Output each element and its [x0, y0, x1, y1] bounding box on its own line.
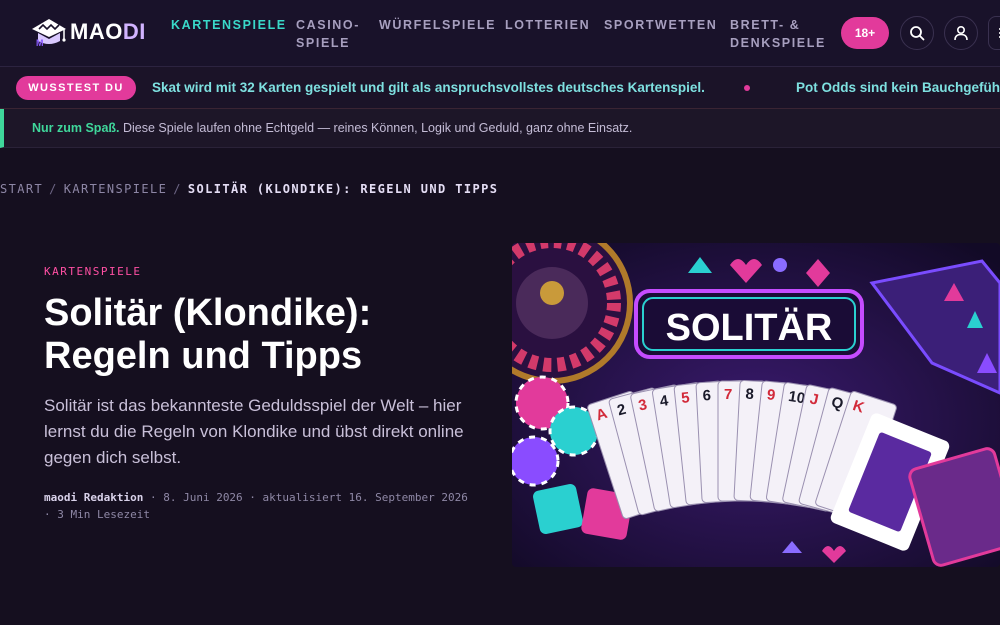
article-category[interactable]: KARTENSPIELE: [44, 265, 141, 278]
search-button[interactable]: [900, 16, 934, 50]
nav-item-lotterien[interactable]: LOTTERIEN: [505, 16, 590, 34]
brand-logo[interactable]: M MAODI: [30, 15, 146, 49]
notice-body: Diese Spiele laufen ohne Echtgeld — rein…: [119, 121, 633, 135]
hero-sign-text: SOLITÄR: [666, 306, 833, 349]
nav-item-brett-denkspiele[interactable]: BRETT- & DENKSPIELE: [730, 16, 826, 52]
nav-item-kartenspiele[interactable]: KARTENSPIELE: [171, 16, 287, 34]
card-rank: 5: [680, 389, 690, 407]
card-rank: 8: [745, 386, 754, 403]
nav-item-sportwetten[interactable]: SPORTWETTEN: [604, 16, 717, 34]
article-meta: maodi Redaktion · 8. Juni 2026 · aktuali…: [44, 489, 474, 523]
notice-strong: Nur zum Spaß.: [32, 121, 120, 135]
menu-button[interactable]: [988, 16, 1000, 50]
ticker-fact: Pot Odds sind kein Bauchgefühl: [796, 80, 1000, 95]
ticker-label: WUSSTEST DU: [16, 76, 136, 100]
card-rank: 9: [766, 386, 776, 404]
top-navigation: M MAODI KARTENSPIELE CASINO- SPIELE WÜRFE…: [0, 0, 1000, 66]
logo-mark-icon: M: [30, 15, 68, 49]
page-title: Solitär (Klondike): Regeln und Tipps: [44, 292, 372, 377]
fact-ticker: WUSSTEST DU Skat wird mit 32 Karten gesp…: [0, 66, 1000, 109]
search-icon: [910, 26, 925, 41]
nav-item-wuerfelspiele[interactable]: WÜRFELSPIELE: [379, 16, 496, 34]
brand-name: MAODI: [70, 19, 146, 44]
ticker-fact: Skat wird mit 32 Karten gespielt und gil…: [152, 80, 705, 95]
nav-item-casinospiele[interactable]: CASINO- SPIELE: [296, 16, 360, 52]
breadcrumb-start[interactable]: START: [0, 182, 43, 196]
user-icon: [954, 25, 968, 41]
fun-notice: Nur zum Spaß. Diese Spiele laufen ohne E…: [0, 109, 1000, 148]
account-button[interactable]: [944, 16, 978, 50]
age-badge[interactable]: 18+: [841, 17, 889, 49]
breadcrumb-current: SOLITÄR (KLONDIKE): REGELN UND TIPPS: [187, 182, 499, 196]
breadcrumb-separator: /: [173, 182, 182, 196]
breadcrumb-separator: /: [49, 182, 58, 196]
notice-text: Nur zum Spaß. Diese Spiele laufen ohne E…: [32, 121, 632, 135]
breadcrumb-kartenspiele[interactable]: KARTENSPIELE: [64, 182, 168, 196]
svg-text:M: M: [36, 38, 44, 48]
card-rank: 6: [702, 387, 711, 404]
card-rank: 7: [724, 386, 732, 403]
hero-image: SOLITÄR A 2 3 4 5 6 7 8 9 10 J Q K: [512, 243, 1000, 567]
breadcrumb: START / KARTENSPIELE / SOLITÄR (KLONDIKE): R…: [0, 182, 498, 196]
article-lead: Solitär ist das bekannteste Geduldsspiel…: [44, 396, 464, 467]
article-author[interactable]: maodi Redaktion: [44, 491, 143, 504]
ticker-separator-dot: [744, 85, 750, 91]
